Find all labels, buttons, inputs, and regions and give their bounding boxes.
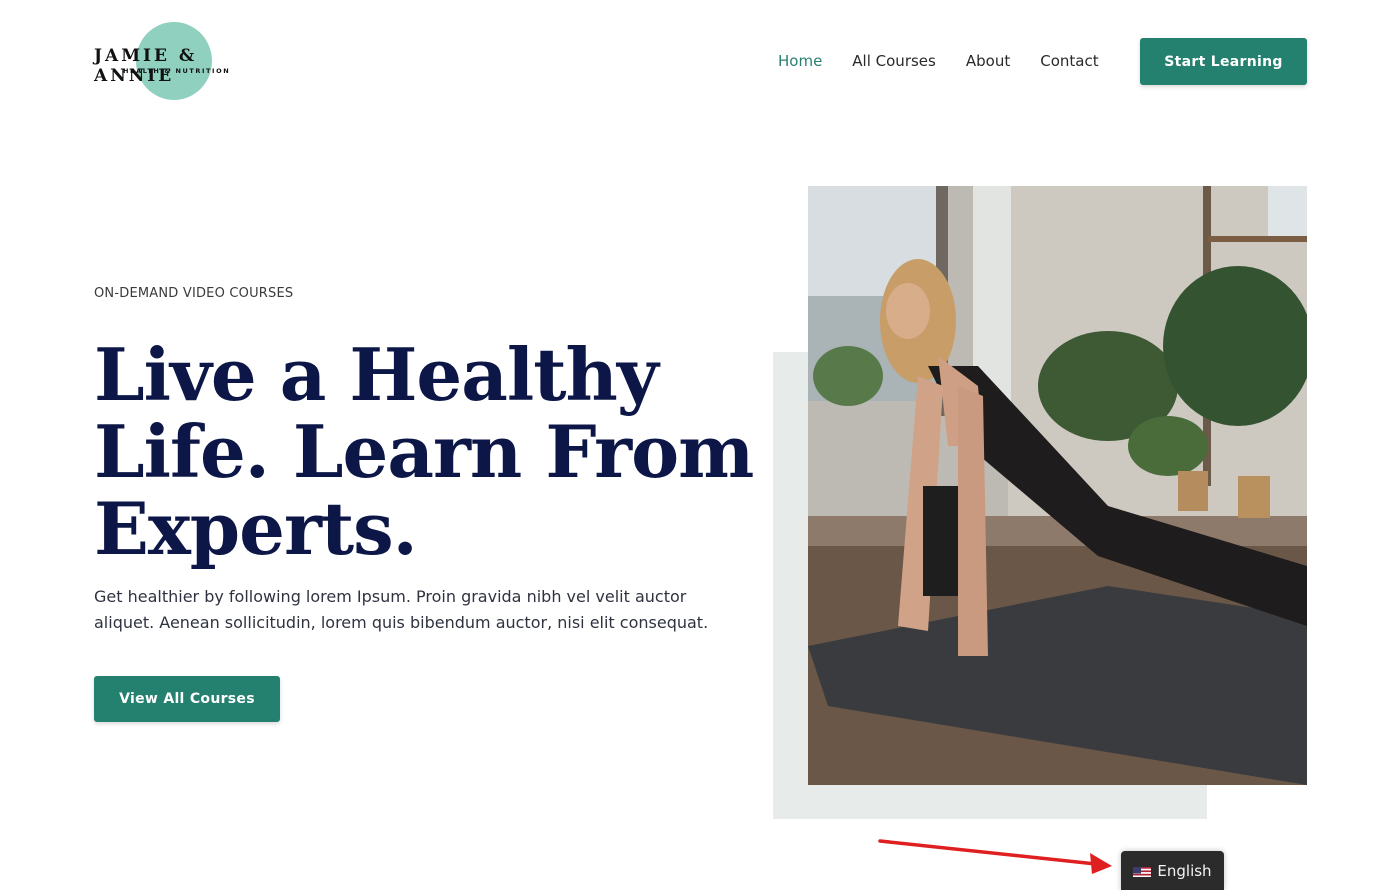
logo-tagline: HEALTH & NUTRITION	[123, 67, 231, 75]
hero-photo-yoga-woman	[808, 186, 1307, 785]
nav-item-home[interactable]: Home	[778, 51, 822, 71]
site-logo[interactable]: JAMIE & ANNIE HEALTH & NUTRITION	[94, 20, 264, 102]
hero-description: Get healthier by following lorem Ipsum. …	[94, 587, 709, 632]
logo-name: JAMIE & ANNIE	[94, 46, 198, 86]
nav-item-about[interactable]: About	[966, 51, 1010, 71]
view-all-courses-button[interactable]: View All Courses	[94, 676, 280, 722]
red-arrow-icon	[878, 839, 1112, 874]
start-learning-button[interactable]: Start Learning	[1140, 38, 1307, 85]
nav-item-contact[interactable]: Contact	[1040, 51, 1098, 71]
main-nav: Home All Courses About Contact	[778, 51, 1129, 71]
language-label: English	[1157, 861, 1212, 880]
yoga-scene-illustration	[808, 186, 1307, 785]
hero-eyebrow: ON-DEMAND VIDEO COURSES	[94, 286, 294, 301]
language-switcher[interactable]: English	[1121, 851, 1224, 890]
us-flag-icon	[1133, 865, 1152, 877]
nav-item-all-courses[interactable]: All Courses	[852, 51, 936, 71]
hero-headline: Live a Healthy Life. Learn From Experts.	[94, 332, 754, 571]
